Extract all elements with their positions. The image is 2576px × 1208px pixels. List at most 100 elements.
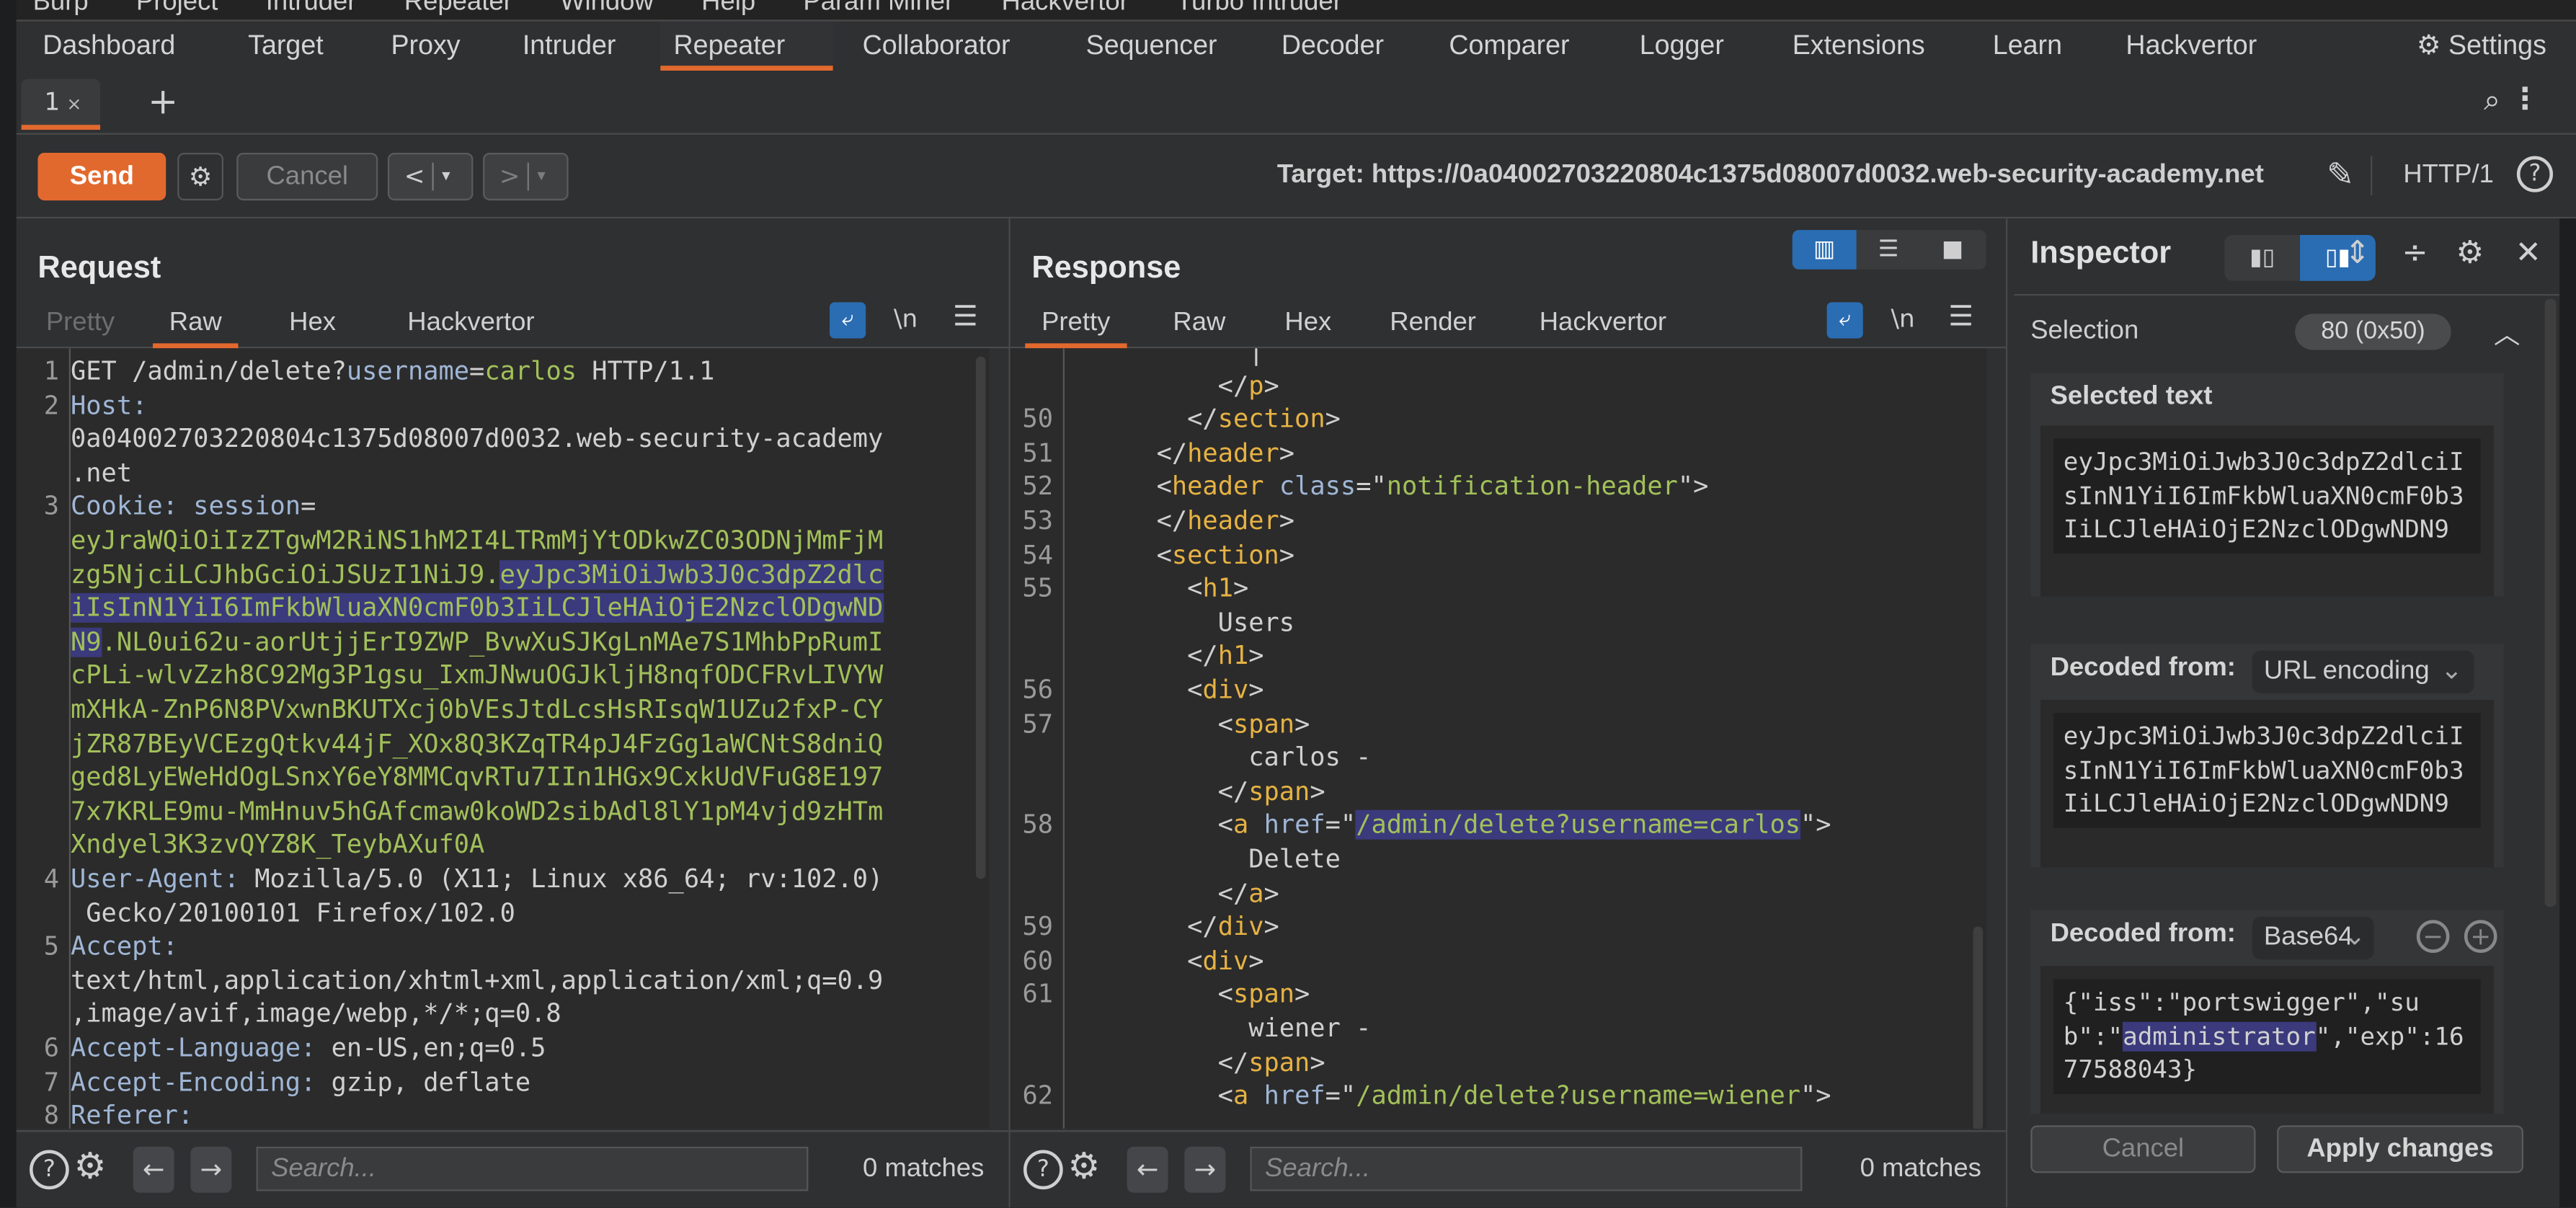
tab-target[interactable]: Target (235, 22, 337, 71)
tab-hackvertor[interactable]: Hackvertor (2113, 22, 2270, 71)
help-icon[interactable]: ? (30, 1150, 69, 1190)
tab-dashboard[interactable]: Dashboard (30, 22, 188, 71)
protocol-selector[interactable]: HTTP/1 (2403, 135, 2494, 217)
remove-decoding-icon[interactable]: − (2416, 920, 2450, 953)
hamburger-menu-icon[interactable]: ☰ (1948, 301, 1973, 334)
menu-project[interactable]: Project (136, 0, 218, 17)
send-button[interactable]: Send (37, 152, 166, 201)
decoding-format-select[interactable]: URL encoding ⌄ (2252, 650, 2474, 693)
format-value: Base64 (2263, 923, 2353, 951)
menu-hackvertor[interactable]: Hackvertor (1001, 0, 1128, 17)
menu-repeater[interactable]: Repeater (404, 0, 512, 17)
tab-repeater[interactable]: Repeater (660, 21, 833, 71)
expand-all-icon[interactable]: ⇕ (2345, 235, 2371, 271)
decoded-url-value[interactable]: eyJpc3MiOiJwb3J0c3dpZ2dlciIsInN1YiI6ImFk… (2053, 713, 2481, 828)
repeater-tab-1[interactable]: 1 × (21, 79, 101, 130)
code-line: Xndyel3K3zvQYZ8K_TeybAXuf0A (17, 829, 989, 863)
selected-text-value[interactable]: eyJpc3MiOiJwb3J0c3dpZ2dlciIsInN1YiI6ImFk… (2053, 438, 2481, 554)
layout-tabs-icon[interactable]: ■ (1921, 230, 1985, 270)
search-previous-button[interactable]: ← (133, 1146, 174, 1193)
code-token: > (1263, 912, 1279, 942)
response-search-input[interactable]: Search... (1250, 1146, 1803, 1191)
tab-comparer[interactable]: Comparer (1436, 22, 1583, 71)
search-previous-button[interactable]: ← (1127, 1146, 1168, 1193)
search-settings-icon[interactable]: ⚙ (74, 1147, 107, 1188)
tab-decoder[interactable]: Decoder (1269, 22, 1398, 71)
inspector-settings-icon[interactable]: ⚙ (2456, 235, 2484, 271)
code-token: span (1233, 980, 1295, 1010)
menu-help[interactable]: Help (701, 0, 755, 17)
code-token: "> (1800, 810, 1831, 840)
history-forward-button[interactable]: > ▾ (483, 152, 569, 201)
arrow-left-icon: ← (142, 1153, 165, 1185)
menu-window[interactable]: Window (560, 0, 654, 17)
tab-logger[interactable]: Logger (1627, 22, 1738, 71)
menu-param-miner[interactable]: Param Miner (803, 0, 954, 17)
tab-collaborator[interactable]: Collaborator (849, 22, 1023, 71)
response-tab-hackvertor[interactable]: Hackvertor (1523, 301, 1683, 347)
settings-button[interactable]: ⚙ Settings (2417, 22, 2546, 71)
code-token: > (1294, 980, 1310, 1010)
response-tab-pretty[interactable]: Pretty (1025, 301, 1127, 349)
search-next-button[interactable]: → (1184, 1146, 1226, 1193)
menu-burp[interactable]: Burp (33, 0, 89, 17)
layout-top-bottom-icon[interactable]: ☰ (1857, 230, 1921, 270)
line-text: Users (1065, 606, 1294, 640)
menu-intruder[interactable]: Intruder (266, 0, 357, 17)
show-newlines-toggle[interactable]: \n (1891, 304, 1914, 334)
code-token: Users (1064, 607, 1295, 637)
code-token: header (1187, 506, 1279, 536)
collapse-all-icon[interactable]: ÷ (2402, 235, 2428, 271)
close-icon[interactable]: × (66, 94, 81, 115)
request-tab-hackvertor[interactable]: Hackvertor (391, 301, 551, 347)
close-icon[interactable]: ✕ (2515, 235, 2541, 271)
response-tab-render[interactable]: Render (1373, 301, 1492, 347)
request-search-input[interactable]: Search... (256, 1146, 809, 1191)
tab-sequencer[interactable]: Sequencer (1072, 22, 1230, 71)
decoding-format-select[interactable]: Base64 ⌄ (2252, 916, 2374, 960)
history-back-button[interactable]: < ▾ (387, 152, 474, 201)
cancel-button[interactable]: Cancel (236, 152, 378, 201)
tab-intruder[interactable]: Intruder (510, 22, 629, 71)
help-icon[interactable]: ? (1023, 1150, 1063, 1190)
chevron-up-icon[interactable]: ︿ (2494, 312, 2521, 352)
line-number: 6 (43, 1033, 60, 1063)
request-tab-pretty[interactable]: Pretty (30, 301, 131, 347)
word-wrap-icon[interactable]: ⤶ (1826, 302, 1863, 339)
tab-learn[interactable]: Learn (1980, 22, 2076, 71)
decoded-base64-value[interactable]: {"iss":"portswigger","sub":"administrato… (2053, 979, 2481, 1094)
add-decoding-icon[interactable]: + (2464, 920, 2497, 953)
line-text: zg5NjciLCJhbGciOiJSUzI1NiJ9.eyJpc3MiOiJw… (71, 558, 884, 592)
response-tab-hex[interactable]: Hex (1269, 301, 1348, 347)
dock-left-icon[interactable]: ▮▯ (2224, 235, 2300, 281)
menu-turbo-intruder[interactable]: Turbo Intruder (1176, 0, 1342, 17)
search-next-button[interactable]: → (190, 1146, 232, 1193)
help-icon[interactable]: ? (2516, 156, 2554, 192)
tab-proxy[interactable]: Proxy (378, 22, 474, 71)
inspector-scrollbar[interactable] (2544, 298, 2557, 907)
apply-changes-button[interactable]: Apply changes (2277, 1125, 2524, 1173)
more-options-icon[interactable]: ⋮ (2510, 82, 2540, 117)
request-tab-hex[interactable]: Hex (272, 301, 352, 347)
word-wrap-icon[interactable]: ⤶ (830, 302, 866, 339)
search-icon[interactable]: ⌕ (2484, 84, 2500, 118)
hamburger-menu-icon[interactable]: ☰ (953, 301, 978, 334)
code-line: mXHkA-ZnP6N8PVxwnBKUTXcj0bVEsJtdLcsHsRIs… (17, 693, 989, 727)
line-text: mXHkA-ZnP6N8PVxwnBKUTXcj0bVEsJtdLcsHsRIs… (71, 693, 883, 727)
add-tab-button[interactable]: + (148, 82, 178, 123)
code-token: Accept-Language: (71, 1033, 332, 1063)
request-editor[interactable]: 1 GET /admin/delete?username=carlos HTTP/… (16, 348, 990, 1129)
response-editor[interactable]: | </p> 50 </section> 51 </header> 52 <heade… (1010, 348, 1986, 1129)
layout-side-by-side-icon[interactable]: ▥ (1792, 230, 1857, 270)
request-tab-raw[interactable]: Raw (152, 301, 239, 349)
code-token: =" (1325, 1081, 1356, 1111)
send-options-button[interactable]: ⚙ (177, 152, 223, 201)
search-settings-icon[interactable]: ⚙ (1068, 1147, 1101, 1188)
edit-target-icon[interactable]: ✎ (2327, 154, 2354, 194)
response-tab-raw[interactable]: Raw (1157, 301, 1243, 347)
show-newlines-toggle[interactable]: \n (894, 304, 918, 334)
tab-extensions[interactable]: Extensions (1779, 22, 1937, 71)
inspector-cancel-button[interactable]: Cancel (2030, 1125, 2256, 1173)
code-token: Host: (71, 390, 148, 420)
